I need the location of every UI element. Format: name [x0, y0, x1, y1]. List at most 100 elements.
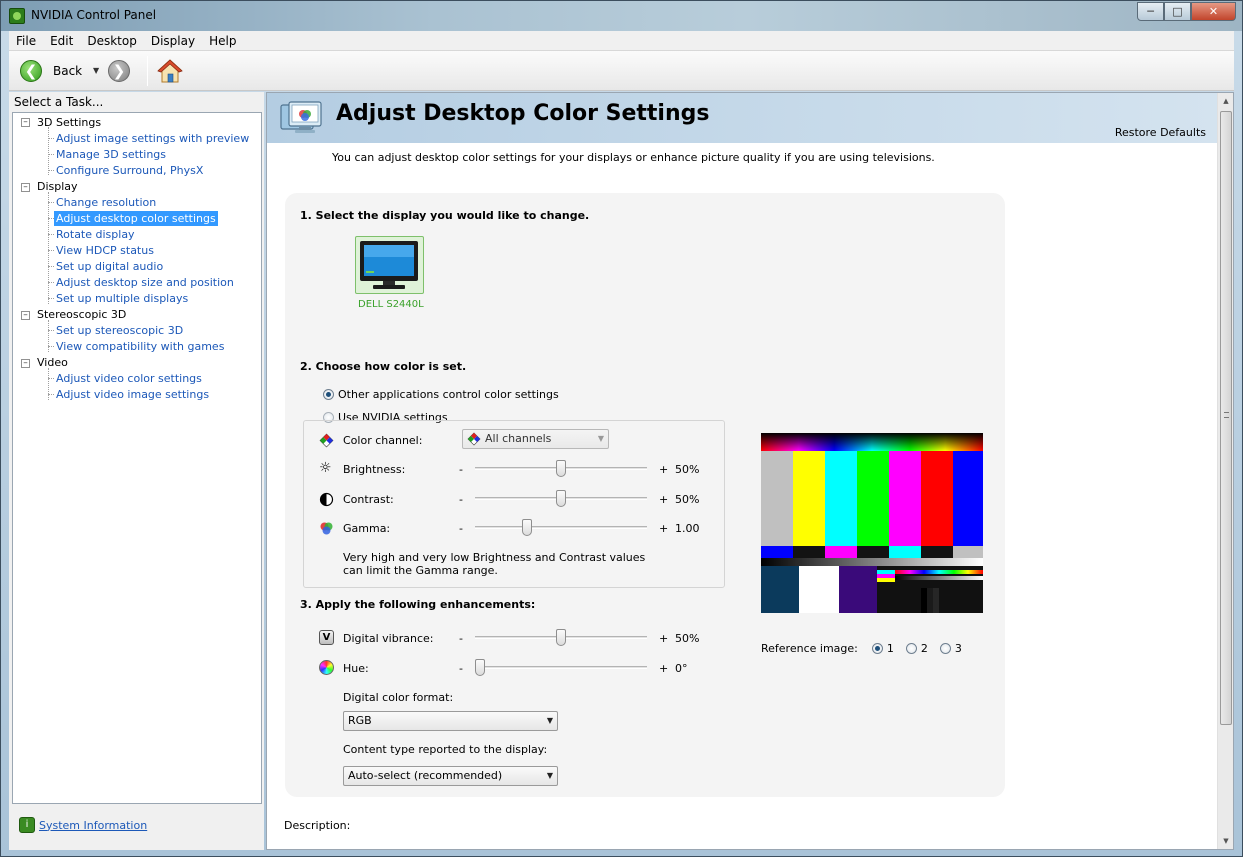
- content-type-label: Content type reported to the display:: [343, 743, 548, 756]
- reference-option-1[interactable]: 1: [871, 642, 894, 655]
- collapse-3d-settings-icon[interactable]: –: [21, 118, 30, 127]
- digital-color-format-dropdown[interactable]: RGB ▼: [343, 711, 558, 731]
- radio-button-unselected[interactable]: [905, 643, 917, 654]
- vertical-scrollbar[interactable]: ▲ ▼: [1217, 93, 1233, 849]
- color-channel-dropdown[interactable]: All channels ▼: [462, 429, 609, 449]
- task-adjust-image-settings[interactable]: Adjust image settings with preview: [54, 131, 251, 146]
- tree-category-3d-settings[interactable]: 3D Settings: [37, 115, 101, 130]
- task-tree[interactable]: – 3D Settings Adjust image settings with…: [12, 112, 262, 804]
- brightness-increase[interactable]: +: [659, 463, 668, 476]
- radio-other-applications[interactable]: Other applications control color setting…: [323, 388, 559, 401]
- task-view-compatibility[interactable]: View compatibility with games: [54, 339, 226, 354]
- task-set-up-stereoscopic-3d[interactable]: Set up stereoscopic 3D: [54, 323, 185, 338]
- gamma-decrease[interactable]: -: [459, 522, 463, 535]
- gamma-label: Gamma:: [343, 522, 391, 535]
- home-icon[interactable]: [157, 58, 183, 84]
- tree-category-display[interactable]: Display: [37, 179, 78, 194]
- menu-bar: File Edit Desktop Display Help: [9, 31, 1234, 51]
- sidebar-title: Select a Task...: [14, 95, 104, 109]
- vibrance-increase[interactable]: +: [659, 632, 668, 645]
- color-channel-value: All channels: [485, 432, 552, 445]
- hue-decrease[interactable]: -: [459, 662, 463, 675]
- title-bar[interactable]: NVIDIA Control Panel ─ □ ✕: [1, 1, 1242, 31]
- task-change-resolution[interactable]: Change resolution: [54, 195, 158, 210]
- task-set-up-multiple-displays[interactable]: Set up multiple displays: [54, 291, 190, 306]
- contrast-slider-thumb[interactable]: [556, 490, 566, 507]
- task-manage-3d-settings[interactable]: Manage 3D settings: [54, 147, 168, 162]
- brightness-decrease[interactable]: -: [459, 463, 463, 476]
- brightness-slider-thumb[interactable]: [556, 460, 566, 477]
- gamma-slider-track[interactable]: [475, 526, 647, 529]
- task-adjust-video-color[interactable]: Adjust video color settings: [54, 371, 204, 386]
- task-view-hdcp-status[interactable]: View HDCP status: [54, 243, 156, 258]
- reference-image-label: Reference image:: [761, 642, 858, 655]
- collapse-stereoscopic-icon[interactable]: –: [21, 311, 30, 320]
- forward-arrow-icon[interactable]: ❯: [108, 60, 130, 82]
- color-channel-icon: [319, 433, 334, 448]
- close-button[interactable]: ✕: [1191, 2, 1236, 21]
- menu-edit[interactable]: Edit: [43, 34, 80, 48]
- reference-option-2-label: 2: [920, 642, 928, 655]
- gamma-increase[interactable]: +: [659, 522, 668, 535]
- maximize-button[interactable]: □: [1164, 2, 1191, 21]
- scrollbar-thumb[interactable]: [1220, 111, 1232, 725]
- window-controls: ─ □ ✕: [1137, 2, 1236, 21]
- content-type-dropdown[interactable]: Auto-select (recommended) ▼: [343, 766, 558, 786]
- task-adjust-video-image[interactable]: Adjust video image settings: [54, 387, 211, 402]
- page-intro: You can adjust desktop color settings fo…: [332, 151, 935, 164]
- collapse-display-icon[interactable]: –: [21, 183, 30, 192]
- hue-increase[interactable]: +: [659, 662, 668, 675]
- back-arrow-icon[interactable]: ❮: [20, 60, 42, 82]
- restore-defaults-link[interactable]: Restore Defaults: [1115, 126, 1206, 139]
- display-name-label[interactable]: DELL S2440L: [358, 299, 424, 310]
- reference-option-2[interactable]: 2: [905, 642, 928, 655]
- reference-test-pattern-image: [761, 433, 983, 613]
- step-2-heading: 2. Choose how color is set.: [300, 360, 467, 373]
- system-info-icon[interactable]: i: [19, 817, 35, 833]
- radio-button-selected[interactable]: [323, 389, 334, 400]
- desktop-color-settings-icon: [280, 101, 322, 133]
- task-sidebar: Select a Task... – 3D Settings Adjust im…: [9, 92, 264, 850]
- menu-help[interactable]: Help: [202, 34, 243, 48]
- toolbar: ❮ Back ▼ ❯: [9, 51, 1234, 91]
- task-adjust-desktop-size[interactable]: Adjust desktop size and position: [54, 275, 236, 290]
- vibrance-decrease[interactable]: -: [459, 632, 463, 645]
- digital-vibrance-label: Digital vibrance:: [343, 632, 434, 645]
- collapse-video-icon[interactable]: –: [21, 359, 30, 368]
- contrast-value: 50%: [675, 493, 700, 506]
- vibrance-slider-thumb[interactable]: [556, 629, 566, 646]
- system-information-link[interactable]: System Information: [39, 819, 147, 832]
- page-header: Adjust Desktop Color Settings Restore De…: [267, 93, 1218, 143]
- scroll-up-arrow-icon[interactable]: ▲: [1218, 93, 1233, 109]
- task-adjust-desktop-color[interactable]: Adjust desktop color settings: [54, 211, 218, 226]
- radio-button-selected[interactable]: [871, 643, 883, 654]
- contrast-increase[interactable]: +: [659, 493, 668, 506]
- back-history-dropdown-icon[interactable]: ▼: [93, 66, 99, 75]
- menu-file[interactable]: File: [9, 34, 43, 48]
- digital-vibrance-icon: V: [319, 630, 334, 645]
- chevron-down-icon: ▼: [546, 716, 553, 725]
- menu-desktop[interactable]: Desktop: [80, 34, 144, 48]
- gamma-slider-thumb[interactable]: [521, 519, 532, 536]
- contrast-decrease[interactable]: -: [459, 493, 463, 506]
- system-information: i System Information: [19, 817, 147, 833]
- page-title: Adjust Desktop Color Settings: [336, 101, 710, 126]
- task-configure-surround[interactable]: Configure Surround, PhysX: [54, 163, 205, 178]
- tree-category-video[interactable]: Video: [37, 355, 68, 370]
- minimize-button[interactable]: ─: [1137, 2, 1164, 21]
- tree-guide-line: [48, 320, 49, 352]
- radio-button-unselected[interactable]: [939, 643, 951, 654]
- task-set-up-digital-audio[interactable]: Set up digital audio: [54, 259, 165, 274]
- tree-category-stereoscopic-3d[interactable]: Stereoscopic 3D: [37, 307, 126, 322]
- scroll-down-arrow-icon[interactable]: ▼: [1218, 833, 1233, 849]
- back-button-label[interactable]: Back: [53, 64, 82, 78]
- reference-option-3[interactable]: 3: [939, 642, 962, 655]
- main-content: Adjust Desktop Color Settings Restore De…: [266, 92, 1234, 850]
- tree-guide-line: [48, 127, 49, 175]
- reference-image-row: Reference image: 1 2 3: [761, 642, 962, 655]
- menu-display[interactable]: Display: [144, 34, 202, 48]
- hue-slider-thumb[interactable]: [475, 659, 485, 676]
- display-selector[interactable]: [355, 236, 424, 294]
- hue-slider-track[interactable]: [475, 666, 647, 669]
- task-rotate-display[interactable]: Rotate display: [54, 227, 137, 242]
